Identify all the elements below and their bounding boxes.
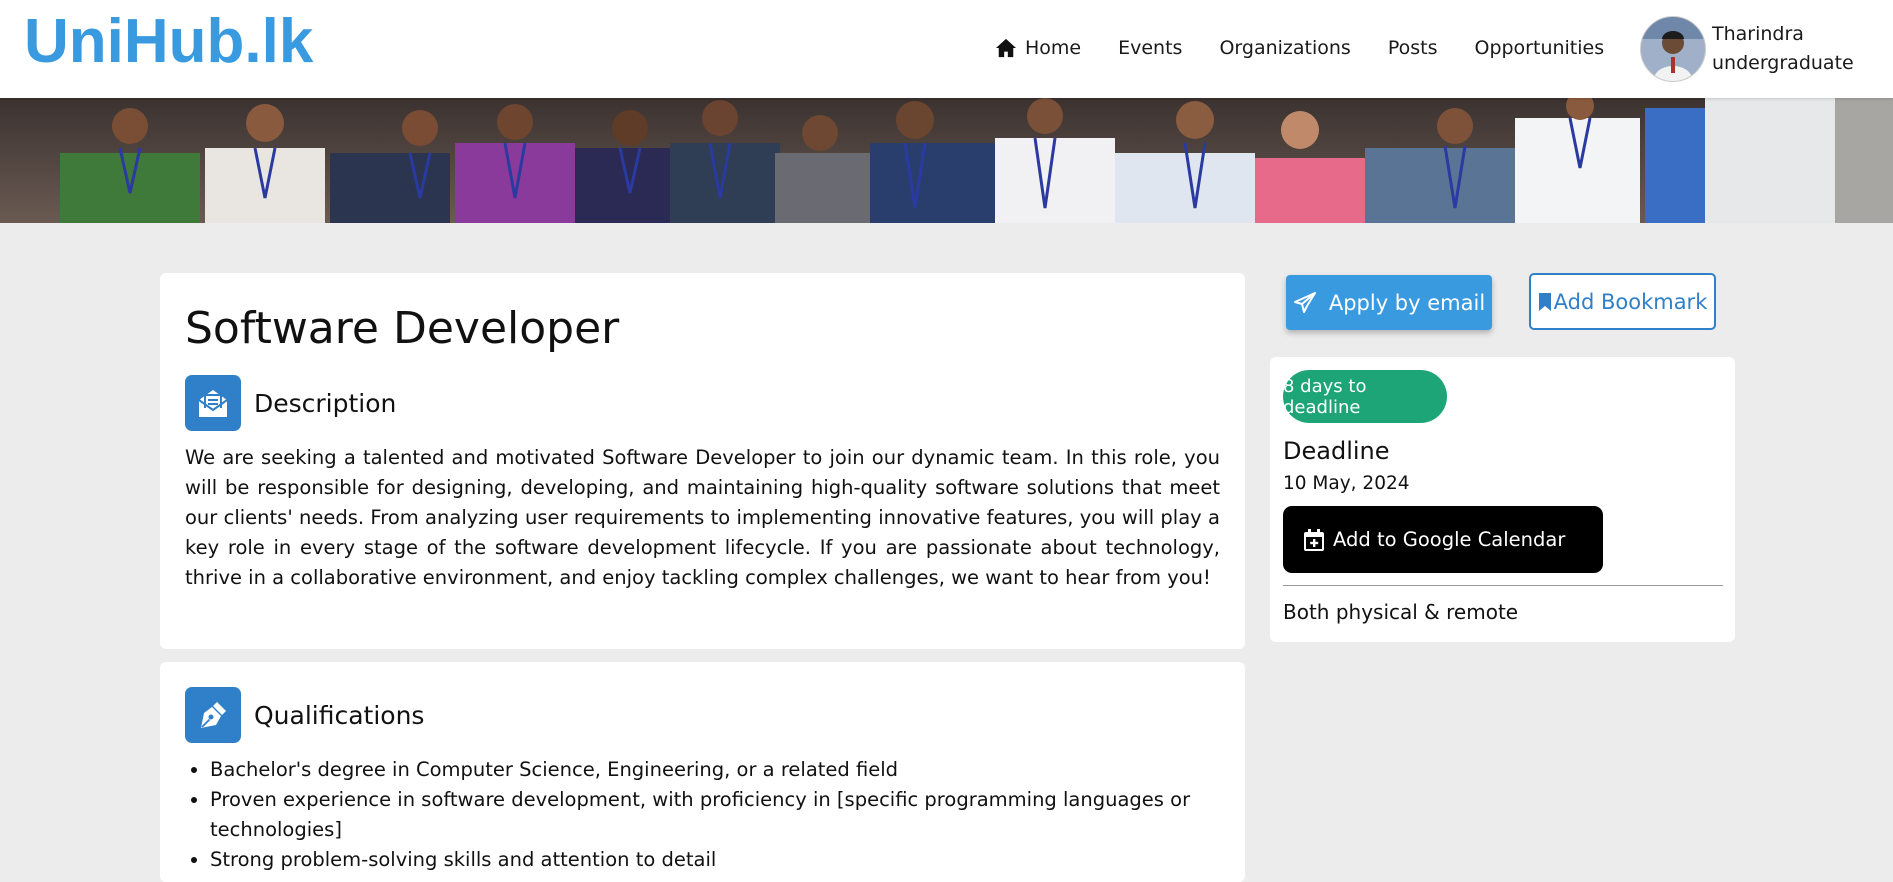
description-header: Description [185, 375, 396, 431]
description-heading: Description [254, 388, 397, 418]
status-badge: 8 days to deadline [1283, 370, 1447, 423]
qualifications-card: Qualifications Bachelor's degree in Comp… [160, 662, 1245, 882]
nav-item-opportunities[interactable]: Opportunities [1474, 37, 1604, 59]
site-logo[interactable]: UniHub.lk [24, 6, 313, 77]
add-to-google-calendar-label: Add to Google Calendar [1333, 528, 1566, 551]
nav-item-organizations[interactable]: Organizations [1219, 37, 1350, 59]
apply-by-email-label: Apply by email [1328, 290, 1486, 315]
qualifications-list: Bachelor's degree in Computer Science, E… [185, 755, 1230, 875]
nav-item-events-label: Events [1118, 37, 1183, 59]
calendar-plus-icon [1304, 528, 1324, 551]
list-item: Proven experience in software developmen… [210, 785, 1230, 845]
nav-item-posts[interactable]: Posts [1388, 37, 1438, 59]
description-text: We are seeking a talented and motivated … [185, 446, 1220, 589]
user-menu[interactable]: Tharindra undergraduate [1640, 16, 1854, 82]
pen-nib-icon [185, 687, 241, 743]
deadline-card: 8 days to deadline Deadline 10 May, 2024… [1270, 357, 1735, 642]
add-to-google-calendar-button[interactable]: Add to Google Calendar [1283, 506, 1603, 573]
qualifications-header: Qualifications [185, 687, 424, 743]
nav-item-home[interactable]: Home [995, 37, 1081, 59]
add-bookmark-label: Add Bookmark [1553, 289, 1708, 314]
nav-item-opportunities-label: Opportunities [1474, 37, 1605, 59]
nav-item-posts-label: Posts [1387, 37, 1438, 59]
nav-item-events[interactable]: Events [1118, 37, 1182, 59]
bookmark-icon [1538, 292, 1551, 311]
nav-item-organizations-label: Organizations [1219, 37, 1351, 59]
group-photo-banner [0, 98, 1893, 223]
banner-image [0, 98, 1893, 223]
list-item: Bachelor's degree in Computer Science, E… [210, 755, 1230, 785]
user-role: undergraduate [1712, 52, 1854, 74]
divider [1283, 585, 1723, 586]
avatar[interactable] [1640, 16, 1706, 82]
top-navbar: UniHub.lk Home Events Organizations Post… [0, 0, 1893, 98]
description-card: Software Developer Description We are se… [160, 273, 1245, 649]
nav-item-home-label: Home [1025, 37, 1082, 59]
nav-links: Home Events Organizations Posts Opportun… [995, 30, 1604, 66]
user-avatar-photo [1641, 17, 1705, 81]
paper-plane-icon [1293, 291, 1316, 313]
list-item: Strong problem-solving skills and attent… [210, 845, 1230, 875]
page-title: Software Developer [185, 303, 620, 354]
home-icon [996, 38, 1016, 58]
apply-by-email-button[interactable]: Apply by email [1286, 275, 1492, 330]
deadline-date: 10 May, 2024 [1283, 473, 1410, 494]
work-mode: Both physical & remote [1283, 600, 1519, 624]
deadline-label: Deadline [1283, 437, 1390, 465]
user-name: Tharindra [1712, 23, 1804, 45]
qualifications-heading: Qualifications [254, 700, 425, 730]
user-info: Tharindra undergraduate [1712, 20, 1854, 78]
envelope-open-icon [185, 375, 241, 431]
add-bookmark-button[interactable]: Add Bookmark [1529, 273, 1716, 330]
